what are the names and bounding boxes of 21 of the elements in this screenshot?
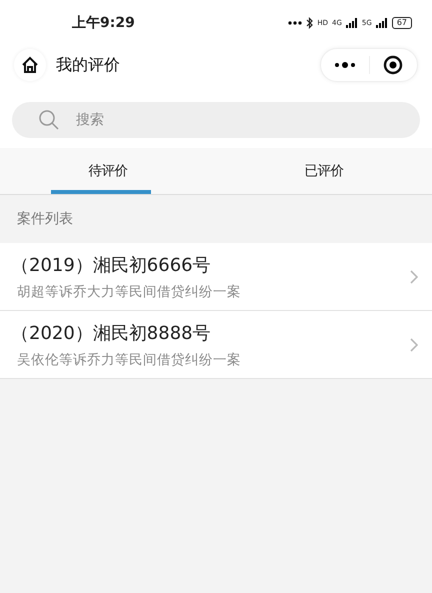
case-description: 吴依伦等诉乔力等民间借贷纠纷一案 [17,350,242,368]
chevron-icon [410,338,418,352]
chevron-icon [410,270,418,284]
search-icon [38,109,60,131]
dots-icon [288,21,302,25]
tab[interactable]: 待评价 [0,148,216,194]
tab[interactable]: 已评价 [216,148,432,194]
status-time: 上午9:29 [72,14,135,32]
case-description: 胡超等诉乔大力等民间借贷纠纷一案 [17,282,242,300]
battery-level: 67 [392,17,412,29]
case-number: （2019）湘民初6666号 [11,254,212,276]
signal-icon [346,18,358,28]
more-icon[interactable] [334,62,356,68]
signal-icon [376,18,388,28]
page-title: 我的评价 [56,54,121,76]
bluetooth-icon [306,17,314,29]
search-bar[interactable]: 搜索 [12,102,420,138]
case-item[interactable]: （2020）湘民初8888号 吴依伦等诉乔力等民间借贷纠纷一案 [0,311,432,379]
case-item[interactable]: （2019）湘民初6666号 胡超等诉乔大力等民间借贷纠纷一案 [0,243,432,311]
home-icon[interactable] [21,56,39,74]
case-number: （2020）湘民初8888号 [11,322,212,344]
